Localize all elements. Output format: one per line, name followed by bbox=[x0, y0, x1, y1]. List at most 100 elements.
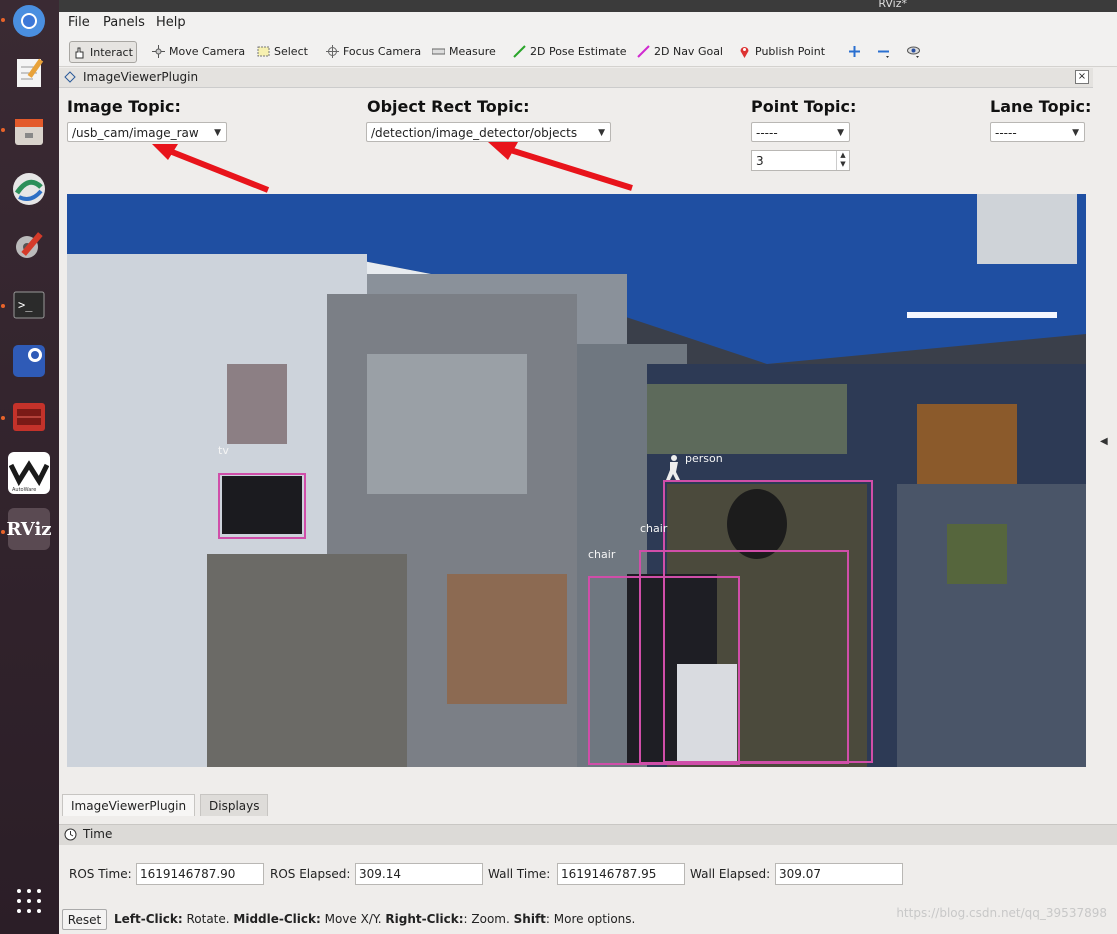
wall-elapsed-field[interactable]: 309.07 bbox=[775, 863, 903, 885]
settings-icon[interactable] bbox=[8, 224, 50, 266]
tab-imageviewerplugin[interactable]: ImageViewerPlugin bbox=[62, 794, 196, 816]
hint-right-click: Right-Click: bbox=[385, 912, 464, 926]
hint-left-click: Left-Click: bbox=[114, 912, 183, 926]
window-title: RViz* bbox=[878, 0, 907, 10]
select-box-icon bbox=[257, 46, 270, 56]
pose-estimate-label: 2D Pose Estimate bbox=[530, 44, 627, 58]
detection-label-person: person bbox=[685, 452, 723, 465]
measure-label: Measure bbox=[449, 44, 496, 58]
chevron-down-icon: ▼ bbox=[1072, 128, 1079, 138]
launcher-indicator bbox=[1, 416, 5, 420]
hint-middle-click: Middle-Click: bbox=[233, 912, 321, 926]
map-pin-icon bbox=[740, 46, 749, 58]
ros-time-label: ROS Time: bbox=[69, 867, 132, 881]
autoware-icon[interactable]: AutoWare bbox=[8, 452, 50, 494]
panel-header: ImageViewerPlugin × bbox=[59, 68, 1093, 88]
rviz-icon[interactable]: RViz bbox=[6, 508, 52, 550]
svg-text:>_: >_ bbox=[18, 298, 33, 312]
file-manager-icon[interactable] bbox=[8, 110, 50, 152]
hint-text: Rotate. bbox=[182, 912, 234, 926]
status-hint: Left-Click: Rotate. Middle-Click: Move X… bbox=[114, 912, 635, 926]
toolbar: Interact Move Camera Select Focus Camera… bbox=[59, 36, 1117, 67]
minus-icon bbox=[878, 50, 889, 58]
detection-box-chair bbox=[588, 576, 740, 765]
select-label: Select bbox=[274, 44, 308, 58]
chromium-icon[interactable] bbox=[8, 0, 50, 42]
hint-text: : Zoom. bbox=[463, 912, 514, 926]
point-topic-select[interactable]: ----- ▼ bbox=[751, 122, 850, 142]
hint-text: : More options. bbox=[545, 912, 636, 926]
point-size-spinbox[interactable]: 3 ▲ ▼ bbox=[751, 150, 850, 171]
wall-time-field[interactable]: 1619146787.95 bbox=[557, 863, 685, 885]
publish-point-label: Publish Point bbox=[755, 44, 826, 58]
collapse-handle[interactable]: ◀ bbox=[1100, 436, 1108, 447]
lane-topic-select[interactable]: ----- ▼ bbox=[990, 122, 1085, 142]
menu-panels[interactable]: Panels bbox=[103, 15, 145, 30]
rviz-label: RViz bbox=[6, 518, 52, 540]
chevron-down-icon: ▼ bbox=[837, 128, 844, 138]
autoware-label: AutoWare bbox=[12, 487, 36, 493]
detection-label-chair: chair bbox=[588, 548, 616, 561]
magenta-arrow-icon bbox=[637, 44, 650, 58]
publish-point-tool[interactable]: Publish Point bbox=[735, 41, 828, 61]
network-app-icon[interactable] bbox=[8, 168, 50, 210]
panel-close-button[interactable]: × bbox=[1075, 70, 1089, 84]
add-tool-button[interactable] bbox=[845, 41, 864, 61]
select-tool[interactable]: Select bbox=[254, 41, 311, 61]
green-arrow-icon bbox=[513, 44, 526, 58]
menu-help[interactable]: Help bbox=[156, 15, 186, 30]
apps-grid-icon[interactable] bbox=[8, 880, 50, 922]
point-topic-value: ----- bbox=[756, 126, 778, 140]
wall-time-label: Wall Time: bbox=[488, 867, 551, 881]
move-arrows-icon bbox=[152, 44, 165, 58]
annotation-arrow bbox=[488, 142, 633, 191]
text-editor-icon[interactable] bbox=[8, 52, 50, 94]
ros-time-field[interactable]: 1619146787.90 bbox=[136, 863, 264, 885]
pose-estimate-tool[interactable]: 2D Pose Estimate bbox=[510, 41, 630, 61]
camera-image-view[interactable]: tv person chair chair bbox=[67, 194, 1086, 767]
time-panel-header: Time bbox=[59, 824, 1117, 845]
reset-button[interactable]: Reset bbox=[62, 909, 107, 930]
nav-goal-tool[interactable]: 2D Nav Goal bbox=[634, 41, 726, 61]
watermark: https://blog.csdn.net/qq_39537898 bbox=[896, 906, 1107, 920]
diamond-icon bbox=[64, 71, 76, 83]
launcher-indicator bbox=[1, 18, 5, 22]
focus-camera-tool[interactable]: Focus Camera bbox=[323, 41, 424, 61]
crosshair-icon bbox=[326, 44, 339, 58]
launcher-indicator bbox=[1, 530, 5, 534]
move-camera-tool[interactable]: Move Camera bbox=[149, 41, 248, 61]
monitor-app-icon[interactable] bbox=[8, 396, 50, 438]
image-topic-label: Image Topic: bbox=[67, 97, 181, 116]
detection-label-tv: tv bbox=[218, 444, 229, 457]
object-rect-topic-label: Object Rect Topic: bbox=[367, 97, 530, 116]
launcher-indicator bbox=[1, 304, 5, 308]
interact-tool[interactable]: Interact bbox=[69, 41, 137, 63]
ros-elapsed-label: ROS Elapsed: bbox=[270, 867, 351, 881]
eye-icon bbox=[907, 46, 920, 58]
detection-label-chair: chair bbox=[640, 522, 668, 535]
tab-displays[interactable]: Displays bbox=[200, 794, 269, 816]
move-camera-label: Move Camera bbox=[169, 44, 246, 58]
annotation-arrow bbox=[152, 144, 270, 193]
plus-icon bbox=[849, 45, 860, 57]
time-panel-title: Time bbox=[83, 827, 113, 841]
measure-tool[interactable]: Measure bbox=[429, 41, 499, 61]
spin-arrows-icon[interactable]: ▲ ▼ bbox=[836, 151, 849, 170]
ros-elapsed-field[interactable]: 309.14 bbox=[355, 863, 483, 885]
terminal-icon[interactable]: >_ bbox=[8, 284, 50, 326]
software-updater-icon[interactable] bbox=[8, 340, 50, 382]
title-bar: RViz* bbox=[59, 0, 1117, 12]
menu-file[interactable]: File bbox=[68, 15, 90, 30]
lane-topic-value: ----- bbox=[995, 126, 1017, 140]
nav-goal-label: 2D Nav Goal bbox=[654, 44, 723, 58]
launcher: >_ AutoWare RViz bbox=[0, 0, 59, 934]
clock-icon bbox=[64, 828, 77, 841]
remove-tool-button[interactable] bbox=[874, 41, 893, 61]
lane-topic-label: Lane Topic: bbox=[990, 97, 1092, 116]
launcher-indicator bbox=[1, 128, 5, 132]
panel-title: ImageViewerPlugin bbox=[83, 70, 199, 84]
view-tool-button[interactable] bbox=[904, 41, 923, 61]
hint-shift: Shift bbox=[513, 912, 546, 926]
hint-text: Move X/Y. bbox=[320, 912, 386, 926]
ruler-icon bbox=[432, 48, 445, 54]
